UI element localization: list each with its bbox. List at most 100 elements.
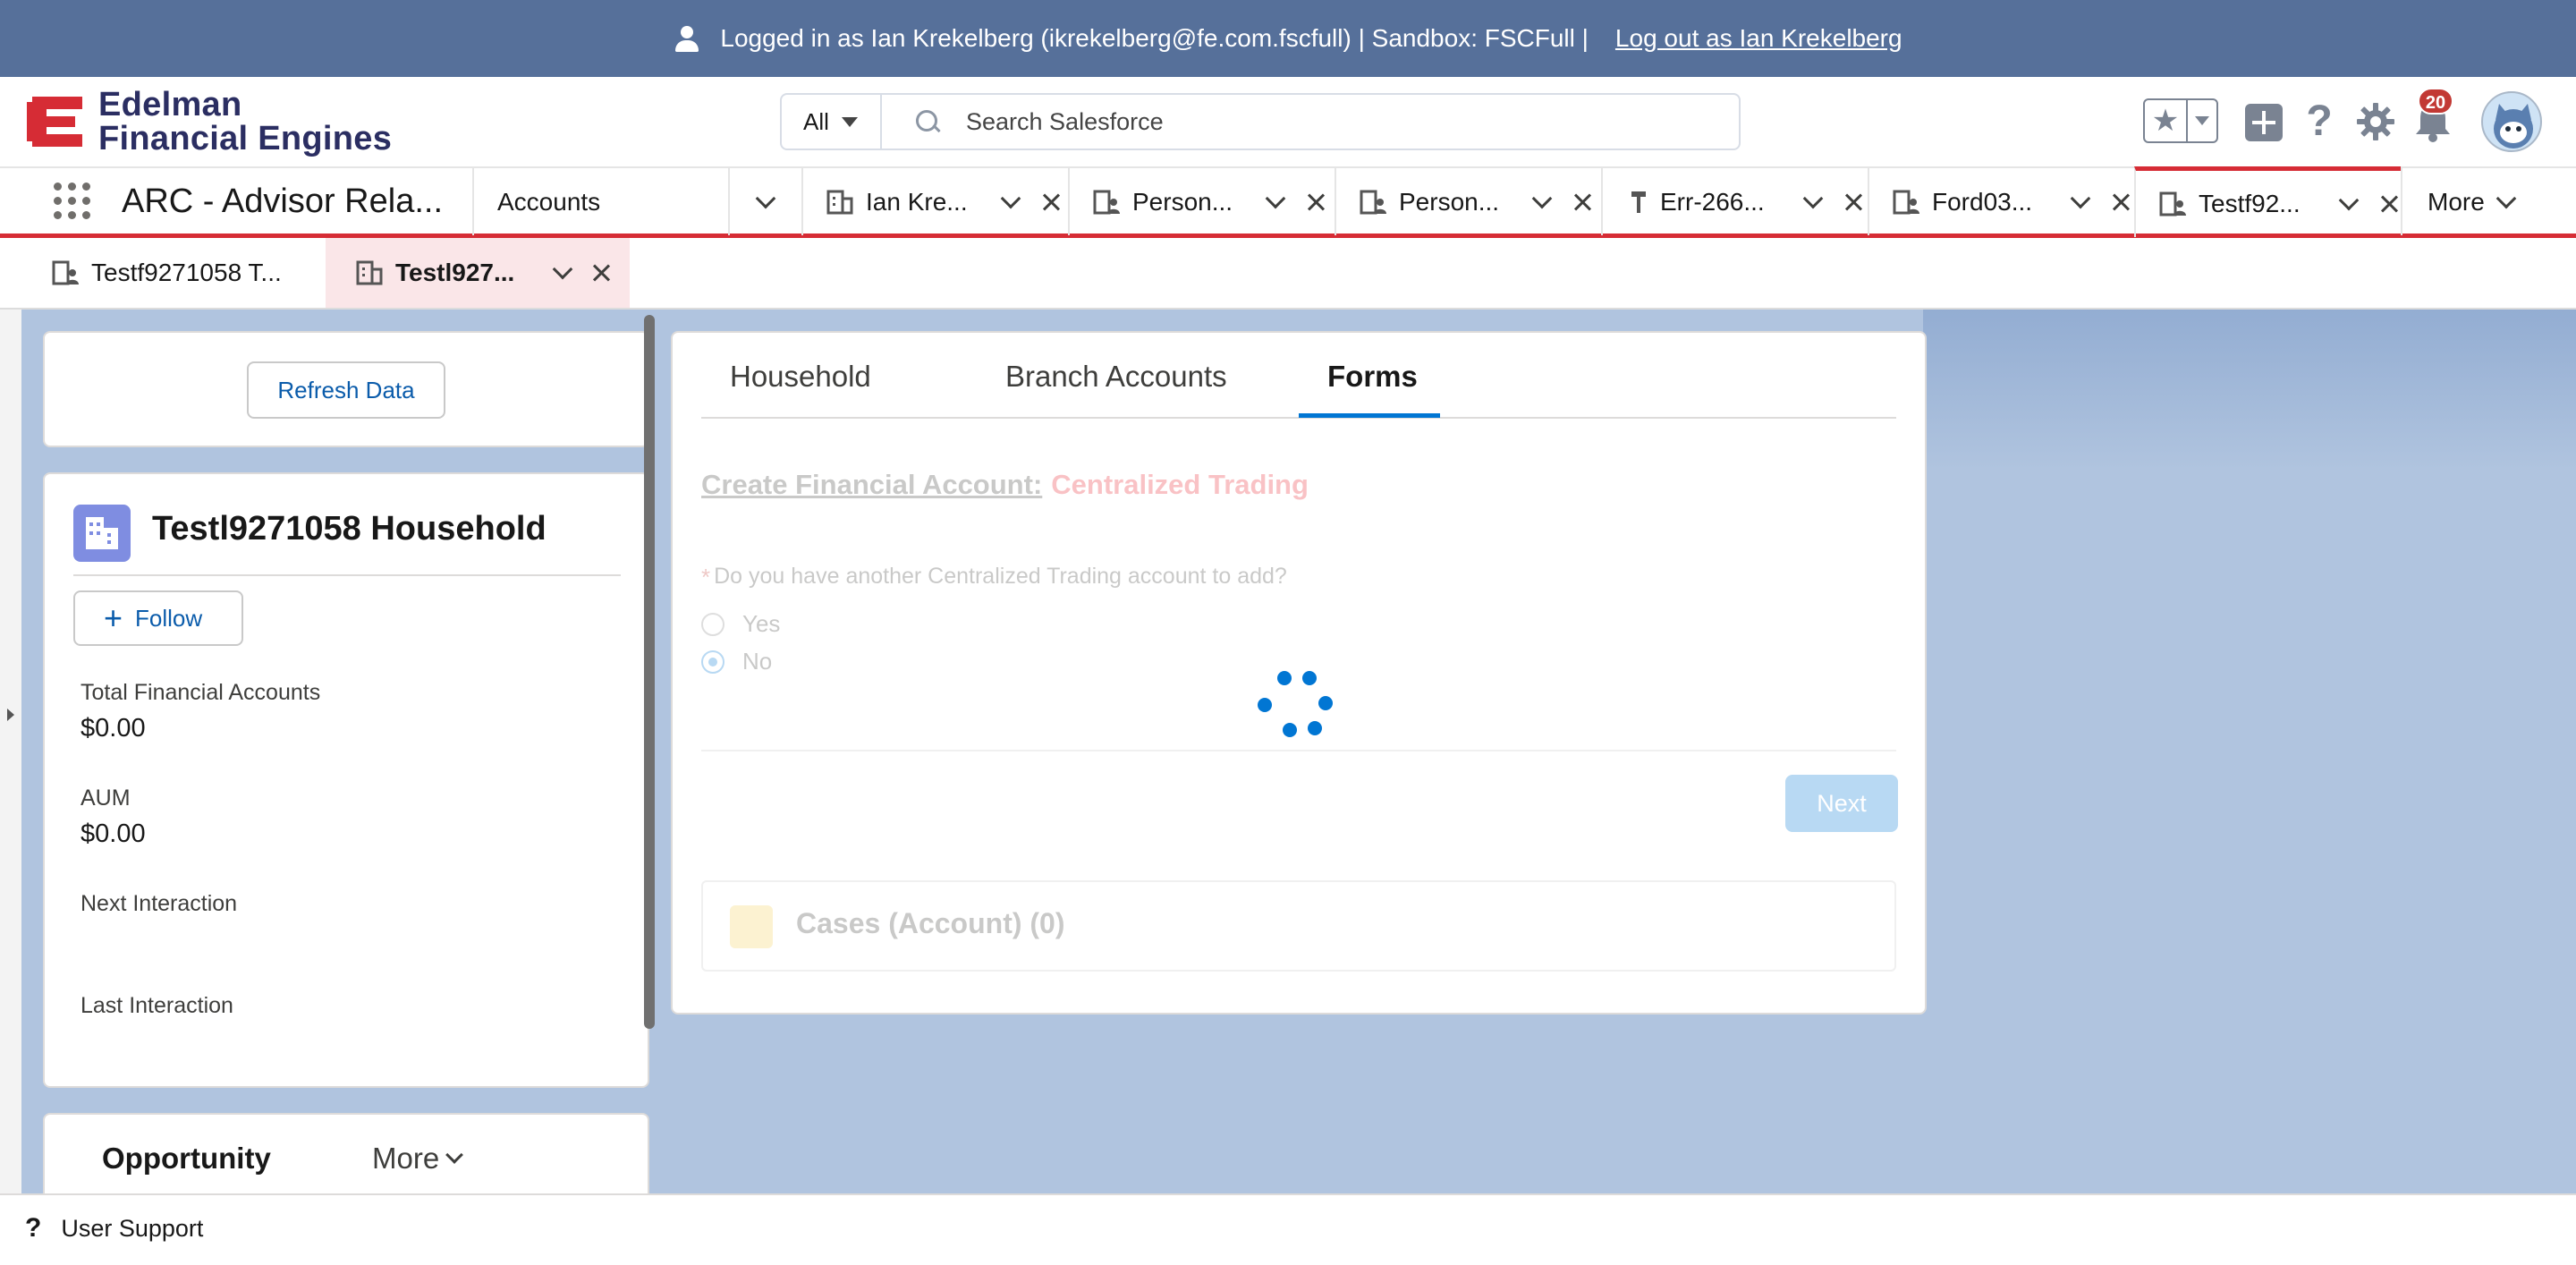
cases-folder-icon	[730, 905, 773, 948]
utility-collapse-strip[interactable]	[0, 310, 21, 1193]
nav-tab-testf92-active[interactable]: Testf92...	[2134, 166, 2401, 237]
radio-label: No	[742, 648, 773, 675]
search-input[interactable]	[966, 107, 1682, 136]
record-tabs: Household Branch Accounts Forms	[701, 333, 1896, 419]
chevron-down-icon[interactable]	[1531, 188, 1553, 208]
close-icon[interactable]	[2111, 192, 2131, 212]
radio-button[interactable]	[701, 612, 724, 636]
global-search: All	[780, 93, 1741, 150]
tab-forms[interactable]: Forms	[1327, 360, 1418, 394]
left-column-scrollbar[interactable]	[644, 315, 655, 1029]
search-scope-dropdown[interactable]: All	[782, 95, 882, 149]
nav-tab-label: Err-266...	[1660, 187, 1765, 216]
close-icon[interactable]	[1572, 192, 1592, 212]
follow-button[interactable]: + Follow	[73, 590, 243, 646]
nav-tab-ford[interactable]: Ford03...	[1868, 168, 2134, 235]
nav-tab-person-1[interactable]: Person...	[1068, 168, 1335, 235]
field-label: Next Interaction	[80, 891, 238, 916]
field-label: Last Interaction	[80, 993, 233, 1018]
refresh-card: Refresh Data	[43, 331, 649, 447]
tab-household[interactable]: Household	[730, 360, 871, 394]
person-account-icon	[1093, 190, 1120, 215]
favorites-dropdown[interactable]	[2188, 100, 2216, 141]
chevron-down-icon[interactable]	[1265, 188, 1286, 208]
cases-related-list: Cases (Account) (0)	[701, 880, 1896, 972]
login-as-banner: Logged in as Ian Krekelberg (ikrekelberg…	[0, 0, 2576, 77]
person-account-icon	[52, 260, 79, 285]
nav-tab-label: Person...	[1132, 187, 1233, 216]
app-launcher-icon[interactable]	[52, 181, 93, 222]
radio-button-selected[interactable]	[701, 649, 724, 674]
household-highlights-card: Testl9271058 Household + Follow Total Fi…	[43, 472, 649, 1088]
chevron-down-icon[interactable]	[1802, 188, 1824, 208]
chevron-down-icon	[755, 188, 776, 208]
nav-tab-ian-krekelberg[interactable]: Ian Kre...	[801, 168, 1068, 235]
nav-item-accounts[interactable]: Accounts	[472, 168, 728, 235]
next-button[interactable]: Next	[1785, 775, 1898, 832]
follow-label: Follow	[135, 604, 203, 632]
close-icon[interactable]	[1041, 192, 1061, 212]
opportunity-title: Opportunity	[102, 1142, 271, 1175]
logout-link[interactable]: Log out as Ian Krekelberg	[1615, 24, 1902, 53]
subtab-testf9271058[interactable]: Testf9271058 T...	[21, 238, 324, 308]
company-logo[interactable]: Edelman Financial Engines	[27, 88, 402, 156]
person-account-icon	[1360, 190, 1386, 215]
question-label: * Do you have another Centralized Tradin…	[701, 564, 1287, 591]
nav-tab-label: Ford03...	[1932, 187, 2033, 216]
active-tab-indicator	[1299, 413, 1440, 418]
chevron-down-icon	[841, 116, 858, 127]
loading-spinner-icon	[1252, 667, 1338, 753]
more-label: More	[372, 1142, 440, 1175]
user-support-button[interactable]: ? User Support	[25, 1213, 203, 1244]
close-icon[interactable]	[1306, 192, 1326, 212]
cases-title[interactable]: Cases (Account) (0)	[796, 907, 1065, 940]
user-icon	[674, 25, 700, 52]
user-support-label: User Support	[61, 1214, 204, 1242]
subtab-label: Testl927...	[395, 259, 515, 286]
household-building-icon	[73, 505, 131, 562]
opportunity-card: Opportunity More	[43, 1113, 649, 1193]
field-label: Total Financial Accounts	[80, 680, 321, 705]
star-icon: ★	[2145, 100, 2188, 141]
radio-option-no[interactable]: No	[701, 648, 772, 675]
search-icon	[916, 110, 939, 133]
logo-text-line1: Edelman	[98, 86, 242, 123]
create-financial-account-link[interactable]: Create Financial Account:	[701, 469, 1042, 501]
nav-accounts-dropdown[interactable]	[728, 168, 801, 235]
help-icon[interactable]: ?	[2301, 97, 2338, 147]
chevron-down-icon[interactable]	[2070, 188, 2091, 208]
nav-tab-label: Testf92...	[2199, 190, 2301, 217]
refresh-data-button[interactable]: Refresh Data	[247, 361, 445, 419]
person-account-icon	[2159, 191, 2186, 216]
chevron-down-icon[interactable]	[553, 259, 573, 280]
close-icon[interactable]	[591, 263, 611, 283]
required-marker: *	[701, 564, 711, 590]
favorites-button[interactable]: ★	[2143, 98, 2218, 143]
close-icon[interactable]	[2379, 194, 2399, 214]
chevron-down-icon[interactable]	[1000, 188, 1021, 208]
nav-tab-person-2[interactable]: Person...	[1335, 168, 1601, 235]
opportunity-more-button[interactable]: More	[372, 1142, 464, 1176]
global-actions-button[interactable]	[2245, 104, 2283, 141]
question-text: Do you have another Centralized Trading …	[714, 564, 1287, 589]
nav-tab-case-err[interactable]: Err-266...	[1601, 168, 1868, 235]
user-avatar[interactable]	[2481, 91, 2542, 152]
account-building-icon	[356, 260, 383, 285]
setup-gear-icon[interactable]	[2356, 102, 2395, 141]
logo-text-line2: Financial Engines	[98, 120, 393, 157]
logged-in-text: Logged in as Ian Krekelberg (ikrekelberg…	[720, 24, 1589, 52]
household-title: Testl9271058 Household	[152, 510, 547, 548]
app-name: ARC - Advisor Rela...	[122, 183, 443, 220]
record-page-content: Refresh Data Testl9271058 Household + Fo…	[0, 310, 2576, 1193]
close-icon[interactable]	[1843, 192, 1863, 212]
tab-branch-accounts[interactable]: Branch Accounts	[1005, 360, 1227, 394]
form-subtitle: Centralized Trading	[1051, 469, 1309, 500]
chevron-down-icon[interactable]	[2338, 190, 2359, 211]
chevron-down-icon	[2496, 188, 2517, 208]
nav-more-menu[interactable]: More	[2401, 168, 2576, 235]
form-title: Create Financial Account: Centralized Tr…	[701, 469, 1309, 501]
case-hammer-icon	[1630, 190, 1648, 215]
radio-option-yes[interactable]: Yes	[701, 610, 780, 638]
help-icon: ?	[25, 1213, 42, 1243]
subtab-testl927-active[interactable]: Testl927...	[326, 238, 630, 308]
